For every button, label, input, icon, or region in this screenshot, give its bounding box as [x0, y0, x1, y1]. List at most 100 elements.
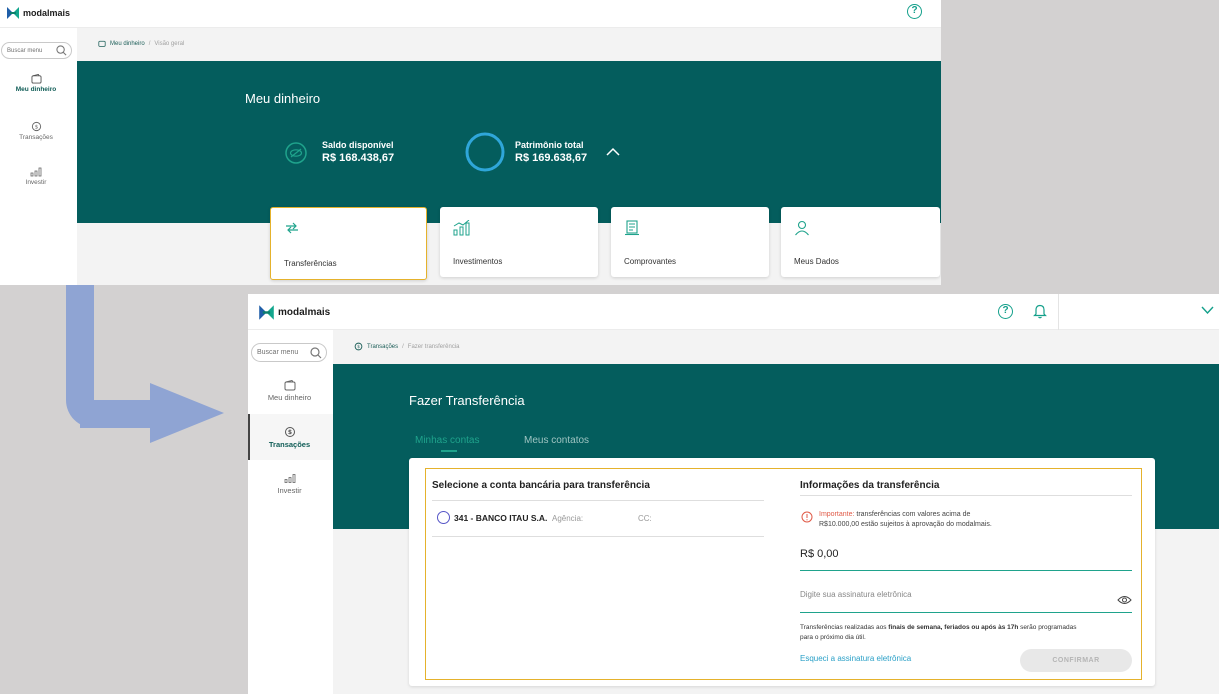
signature-underline: [800, 612, 1132, 613]
search-placeholder: Buscar menu: [257, 349, 299, 356]
help-circle-icon[interactable]: ?: [907, 4, 922, 19]
bank-name: 341 - BANCO ITAU S.A.: [454, 513, 548, 523]
breadcrumb-separator: /: [148, 40, 151, 47]
brand-logo[interactable]: modalmais: [258, 304, 330, 321]
breadcrumb-current: Visão geral: [154, 40, 185, 47]
approval-notice: Importante: transferências com valores a…: [819, 510, 992, 530]
chart-icon: [30, 167, 42, 177]
account-row[interactable]: 341 - BANCO ITAU S.A. Agência: CC:: [432, 510, 764, 534]
search-menu-input[interactable]: Buscar menu: [251, 343, 327, 362]
chevron-down-icon[interactable]: [1201, 306, 1214, 314]
info-prefix: Transferências realizadas aos: [800, 624, 887, 631]
card-meus-dados[interactable]: Meus Dados: [781, 207, 940, 277]
top-bar: modalmais ?: [0, 0, 941, 28]
notice-line-2: R$10.000,00 estão sujeitos à aprovação d…: [819, 521, 992, 528]
svg-text:$: $: [34, 125, 38, 131]
sidebar-item-label: Meu dinheiro: [15, 86, 57, 93]
sidebar-item-label: Investir: [25, 179, 47, 186]
account-select-heading: Selecione a conta bancária para transfer…: [432, 480, 650, 491]
receipt-icon: [625, 220, 639, 236]
breadcrumb: Meu dinheiro / Visão geral: [98, 40, 184, 47]
breadcrumb-current: Fazer transferência: [407, 343, 460, 350]
card-label: Comprovantes: [624, 257, 677, 266]
patrimonio-label: Patrimônio total: [515, 140, 584, 150]
screenshot-transfer: modalmais ? Buscar menu Meu dinheiro $ T…: [248, 294, 1219, 694]
patrimonio-ring-icon: [465, 132, 505, 172]
sidebar-item-investir[interactable]: Investir: [248, 472, 331, 495]
modalmais-logo-icon: [259, 305, 274, 320]
chart-icon: [284, 474, 295, 483]
tab-minhas-contas[interactable]: Minhas contas: [415, 435, 479, 446]
agencia-label: Agência:: [552, 514, 584, 523]
sidebar-item-transacoes[interactable]: $ Transações: [0, 121, 72, 141]
user-icon: [795, 220, 809, 236]
flow-arrow-body: [80, 400, 152, 428]
chart-icon: [453, 220, 470, 236]
sidebar-item-meu-dinheiro[interactable]: Meu dinheiro: [0, 73, 72, 93]
amount-input[interactable]: R$ 0,00: [800, 548, 839, 560]
schedule-info: Transferências realizadas aos finais de …: [800, 623, 1132, 643]
notice-strong: Importante:: [819, 511, 855, 518]
account-radio[interactable]: [437, 511, 450, 524]
wallet-icon: [31, 73, 41, 84]
page-title: Meu dinheiro: [245, 91, 321, 106]
card-label: Investimentos: [453, 257, 503, 266]
brand-logo[interactable]: modalmais: [6, 6, 70, 20]
screenshot-overview: modalmais ? Buscar menu Meu dinheiro $ T…: [0, 0, 941, 285]
sidebar: Buscar menu Meu dinheiro $ Transações In…: [0, 28, 77, 285]
top-bar-divider: [1058, 294, 1059, 330]
divider: [432, 500, 764, 501]
saldo-label: Saldo disponível: [322, 140, 394, 150]
wallet-icon: [284, 379, 295, 391]
transactions-icon: $: [284, 427, 295, 437]
eye-icon[interactable]: [1117, 595, 1132, 605]
sidebar-item-label: Transações: [19, 134, 53, 141]
help-circle-icon[interactable]: ?: [998, 304, 1013, 319]
search-placeholder: Buscar menu: [7, 47, 43, 54]
patrimonio-value: R$ 169.638,67: [515, 152, 588, 164]
notice-line-1: transferências com valores acima de: [856, 511, 971, 518]
breadcrumb-bar: Meu dinheiro / Visão geral: [77, 28, 941, 61]
info-suffix: serão programadas: [1020, 624, 1077, 631]
tab-meus-contatos[interactable]: Meus contatos: [524, 435, 589, 446]
svg-text:$: $: [287, 429, 291, 436]
modalmais-logo-icon: [7, 7, 19, 19]
sidebar: Buscar menu Meu dinheiro $ Transações In…: [248, 330, 333, 694]
svg-text:$: $: [357, 344, 360, 350]
confirm-button[interactable]: CONFIRMAR: [1020, 649, 1132, 672]
search-menu-input[interactable]: Buscar menu: [1, 42, 72, 59]
hero-banner: [77, 61, 941, 223]
eye-off-icon[interactable]: [285, 142, 307, 164]
bell-icon[interactable]: [1033, 303, 1047, 319]
forgot-signature-link[interactable]: Esqueci a assinatura eletrônica: [800, 654, 911, 663]
active-tab-underline: [441, 450, 457, 452]
sidebar-item-label: Meu dinheiro: [267, 393, 312, 402]
card-label: Transferências: [284, 259, 337, 268]
card-investimentos[interactable]: Investimentos: [440, 207, 598, 277]
divider: [432, 536, 764, 537]
wallet-icon: [98, 40, 106, 47]
search-icon: [56, 45, 67, 56]
breadcrumb-root[interactable]: Meu dinheiro: [110, 41, 145, 47]
transfer-info-heading: Informações da transferência: [800, 480, 940, 491]
card-comprovantes[interactable]: Comprovantes: [611, 207, 769, 277]
top-bar: modalmais ?: [248, 294, 1219, 330]
breadcrumb-root[interactable]: Transações: [367, 344, 398, 350]
cc-label: CC:: [638, 514, 652, 523]
info-bold: finais de semana, feriados ou após às 17…: [888, 624, 1019, 631]
sidebar-item-transacoes[interactable]: $ Transações: [248, 426, 331, 449]
transactions-icon: $: [31, 121, 41, 132]
amount-underline: [800, 570, 1132, 571]
patrimonio-total: Patrimônio total R$ 169.638,67: [515, 140, 587, 164]
info-alert-icon: [801, 511, 813, 523]
sidebar-item-meu-dinheiro[interactable]: Meu dinheiro: [248, 379, 331, 402]
signature-input[interactable]: Digite sua assinatura eletrônica: [800, 590, 912, 599]
sidebar-item-investir[interactable]: Investir: [0, 166, 72, 186]
chevron-up-icon[interactable]: [606, 147, 620, 156]
sidebar-item-label: Investir: [277, 486, 302, 495]
saldo-disponivel: Saldo disponível R$ 168.438,67: [322, 140, 394, 164]
flow-arrow-head: [150, 383, 224, 443]
breadcrumb: $ Transações / Fazer transferência: [354, 342, 460, 351]
card-transferencias[interactable]: Transferências: [270, 207, 427, 280]
page-title: Fazer Transferência: [409, 393, 525, 408]
